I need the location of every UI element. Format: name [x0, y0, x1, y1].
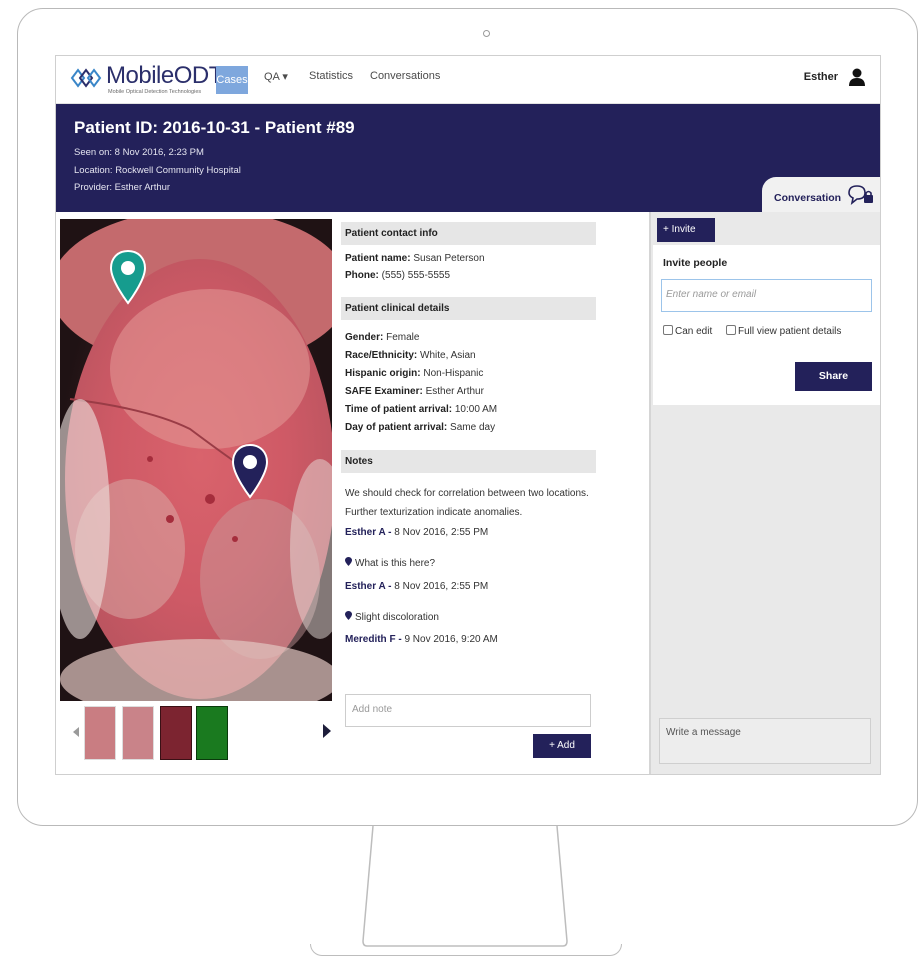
note-author: Esther A - [345, 527, 392, 538]
clinical-value: White, Asian [420, 350, 476, 361]
contact-heading: Patient contact info [341, 222, 596, 245]
nav-statistics[interactable]: Statistics [309, 70, 353, 82]
can-edit-checkbox[interactable]: Can edit [663, 325, 712, 337]
clinical-row: Gender: Female [345, 332, 419, 343]
logo-subtext: Mobile Optical Detection Technologies [108, 89, 202, 95]
note-text: We should check for correlation between … [345, 488, 589, 499]
provider: Provider: Esther Arthur [74, 182, 171, 193]
clinical-label: SAFE Examiner: [345, 386, 423, 397]
nav-conversations[interactable]: Conversations [370, 70, 440, 82]
invite-title: Invite people [663, 257, 728, 269]
note-time: 8 Nov 2016, 2:55 PM [394, 581, 489, 592]
clinical-heading: Patient clinical details [341, 297, 596, 320]
clinical-label: Time of patient arrival: [345, 404, 453, 415]
map-marker-icon [345, 557, 352, 566]
note-meta: Esther A - 8 Nov 2016, 2:55 PM [345, 581, 488, 592]
location-pin-teal-icon[interactable] [109, 249, 147, 305]
message-input[interactable]: Write a message [659, 718, 871, 764]
clinical-value: Non-Hispanic [423, 368, 484, 379]
clinical-row: Race/Ethnicity: White, Asian [345, 350, 476, 361]
phone-label: Phone: [345, 270, 379, 281]
conversation-tab-label: Conversation [774, 192, 842, 204]
camera-dot [483, 30, 490, 37]
invite-card: Invite people Enter name or email Can ed… [653, 245, 880, 405]
conversation-panel: + Invite Invite people Enter name or ema… [649, 212, 880, 774]
note-text: What is this here? [355, 558, 436, 569]
patient-name-value: Susan Peterson [413, 253, 485, 264]
clinical-value: Esther Arthur [425, 386, 484, 397]
app-screen: MobileODT Mobile Optical Detection Techn… [55, 55, 881, 775]
clinical-row: SAFE Examiner: Esther Arthur [345, 386, 484, 397]
phone-row: Phone: (555) 555-5555 [345, 270, 450, 281]
clinical-label: Day of patient arrival: [345, 422, 448, 433]
monitor-stand [362, 826, 568, 947]
next-arrow-icon[interactable] [323, 724, 331, 738]
note-text: Further texturization indicate anomalies… [345, 507, 523, 518]
clinical-row: Hispanic origin: Non-Hispanic [345, 368, 483, 379]
location: Location: Rockwell Community Hospital [74, 165, 241, 176]
clinical-label: Hispanic origin: [345, 368, 421, 379]
clinical-image[interactable] [60, 219, 332, 701]
phone-value: (555) 555-5555 [381, 270, 451, 281]
checkbox-box [726, 325, 736, 335]
clinical-label: Race/Ethnicity: [345, 350, 418, 361]
conversation-tab[interactable]: Conversation [762, 177, 880, 213]
logo-icon [70, 68, 102, 88]
thumbnail-2[interactable] [122, 706, 154, 760]
add-note-button[interactable]: + Add [533, 734, 591, 758]
patient-title: Patient ID: 2016-10-31 - Patient #89 [74, 118, 355, 137]
clinical-image-graphic [60, 219, 332, 701]
patient-name-row: Patient name: Susan Peterson [345, 253, 485, 264]
note-text: Slight discoloration [355, 612, 439, 623]
notes-heading: Notes [341, 450, 596, 473]
note-time: 8 Nov 2016, 2:55 PM [394, 527, 489, 538]
seen-on: Seen on: 8 Nov 2016, 2:23 PM [74, 147, 204, 158]
clinical-label: Gender: [345, 332, 384, 343]
note-meta: Meredith F - 9 Nov 2016, 9:20 AM [345, 634, 498, 645]
clinical-value: 10:00 AM [454, 404, 498, 415]
thumbnail-3[interactable] [160, 706, 192, 760]
note-pin-text[interactable]: Slight discoloration [345, 611, 439, 623]
patient-header: Patient ID: 2016-10-31 - Patient #89 See… [56, 104, 880, 213]
top-navigation: MobileODT Mobile Optical Detection Techn… [56, 56, 880, 104]
note-author: Esther A - [345, 581, 392, 592]
monitor-base [310, 944, 622, 956]
thumbnail-4[interactable] [196, 706, 228, 760]
patient-name-label: Patient name: [345, 253, 411, 264]
note-time: 9 Nov 2016, 9:20 AM [404, 634, 498, 645]
can-edit-label: Can edit [675, 326, 713, 337]
full-view-label: Full view patient details [738, 326, 842, 337]
clinical-value: Same day [450, 422, 496, 433]
checkbox-box [663, 325, 673, 335]
invite-email-input[interactable]: Enter name or email [661, 279, 872, 312]
patient-details: Patient contact info Patient name: Susan… [341, 219, 596, 769]
location-pin-navy-icon[interactable] [231, 443, 269, 499]
logo-text: MobileODT [106, 62, 223, 89]
clinical-row: Time of patient arrival: 10:00 AM [345, 404, 497, 415]
thumbnail-strip [60, 701, 332, 769]
previous-arrow-icon[interactable] [73, 727, 79, 737]
note-author: Meredith F - [345, 634, 402, 645]
add-note-input[interactable]: Add note [345, 694, 591, 727]
full-view-checkbox[interactable]: Full view patient details [726, 325, 841, 337]
nav-cases[interactable]: Cases [216, 66, 248, 94]
nav-qa-dropdown[interactable]: QA ▾ [264, 70, 288, 83]
thumbnail-1[interactable] [84, 706, 116, 760]
note-meta: Esther A - 8 Nov 2016, 2:55 PM [345, 527, 488, 538]
clinical-value: Female [386, 332, 420, 343]
share-button[interactable]: Share [795, 362, 872, 391]
map-marker-icon [345, 611, 352, 620]
note-pin-text[interactable]: What is this here? [345, 557, 435, 569]
user-name[interactable]: Esther [804, 71, 838, 83]
mobileodt-logo[interactable]: MobileODT Mobile Optical Detection Techn… [68, 62, 223, 100]
invite-tab[interactable]: + Invite [657, 218, 715, 242]
clinical-row: Day of patient arrival: Same day [345, 422, 495, 433]
chat-lock-icon [848, 185, 873, 205]
user-icon[interactable] [848, 67, 866, 87]
